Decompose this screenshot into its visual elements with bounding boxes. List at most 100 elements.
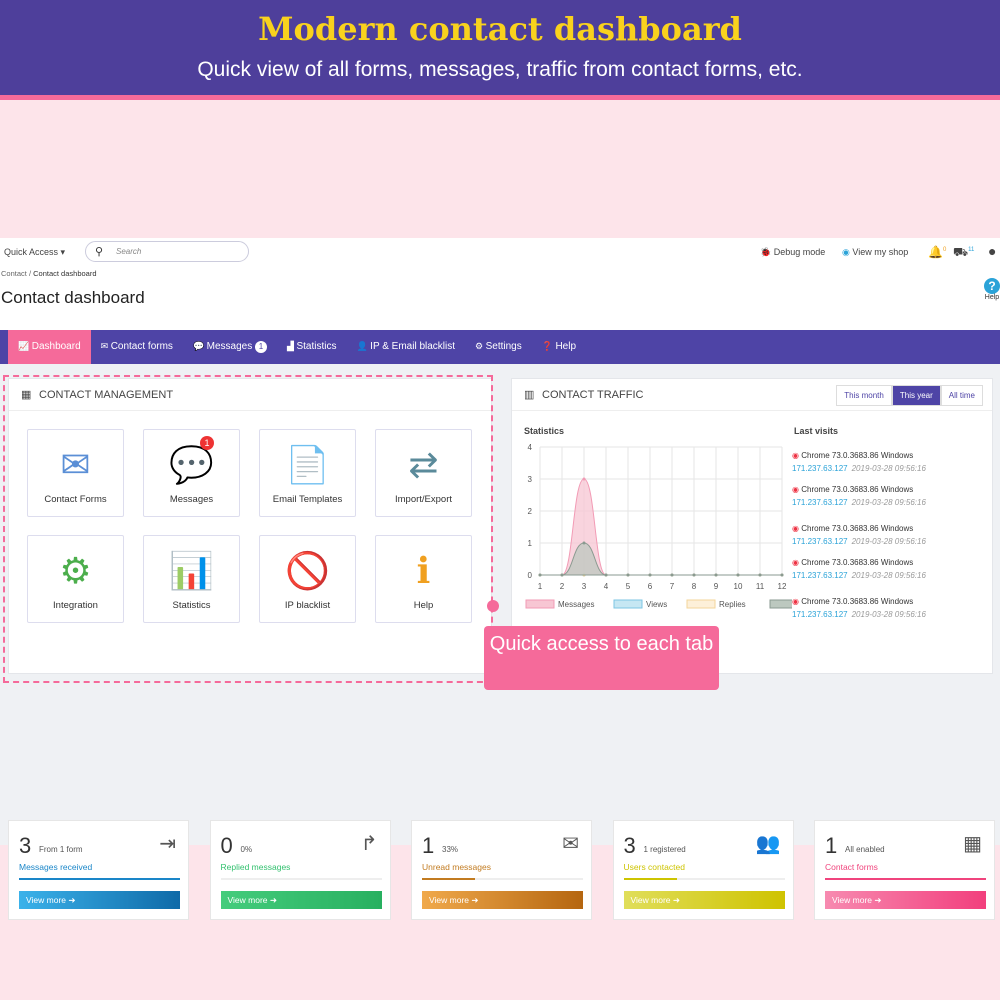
view-more-button[interactable]: View more ➜ (220, 891, 382, 909)
search-input[interactable]: ⚲ Search (85, 241, 249, 262)
stat-subtext: All enabled (845, 845, 885, 854)
x-tick-label: 12 (778, 582, 787, 591)
x-tick-label: 1 (538, 582, 543, 591)
range-all-time[interactable]: All time (940, 385, 983, 406)
chrome-icon: ◉ (792, 451, 799, 460)
stat-icon: ✉ (562, 833, 579, 855)
envelope-icon: ✉ (100, 341, 111, 351)
tab-contact-forms[interactable]: ✉ Contact forms (91, 330, 183, 364)
y-tick-label: 0 (528, 571, 533, 580)
visit-ip[interactable]: 171.237.63.127 (792, 571, 848, 580)
visit-ip[interactable]: 171.237.63.127 (792, 537, 848, 546)
stat-label: Unread messages (422, 862, 491, 872)
data-point (670, 573, 674, 577)
stat-label: Replied messages (220, 862, 291, 872)
tab-ip-email-blacklist[interactable]: 👤 IP & Email blacklist (346, 330, 465, 364)
stat-card-replied-messages: 0 0% ↱ Replied messages View more ➜ (209, 820, 391, 920)
chrome-icon: ◉ (792, 485, 799, 494)
stat-progress (220, 878, 382, 880)
visit-item: ◉ Chrome 73.0.3683.86 Windows 171.237.63.… (792, 451, 926, 473)
chrome-icon: ◉ (792, 597, 799, 606)
stat-value: 3 (19, 833, 32, 858)
traffic-chart: 012341 2 3 4 5 6 7 8 9 10 11 12Messages Views Replies… (525, 443, 792, 609)
visit-item: ◉ Chrome 73.0.3683.86 Windows 171.237.63.… (792, 558, 926, 580)
stat-progress (19, 878, 180, 880)
x-tick-label: 9 (714, 582, 719, 591)
data-point (736, 573, 740, 577)
stat-subtext: 33% (442, 845, 459, 854)
range-selector: This month This year All time (836, 385, 983, 406)
statistics-heading: Statistics (524, 426, 565, 436)
chrome-icon: ◉ (792, 524, 799, 533)
debug-mode-link[interactable]: 🐞 Debug mode (760, 247, 825, 258)
callout-quick-access: Quick access to each tab (484, 626, 719, 690)
stat-card-unread-messages: 1 33% ✉ Unread messages View more ➜ (411, 820, 592, 920)
stat-progress (623, 878, 785, 880)
stat-value: 1 (825, 833, 838, 858)
visit-item: ◉ Chrome 73.0.3683.86 Windows 171.237.63.… (792, 597, 926, 619)
y-tick-label: 1 (528, 539, 533, 548)
data-point (560, 573, 564, 577)
admin-screenshot: Quick Access ▾ ⚲ Search 🐞 Debug mode ◉ Vi… (0, 238, 1000, 920)
stat-card-messages-received: 3 From 1 form ⇥ Messages received View more … (8, 820, 189, 920)
y-tick-label: 2 (528, 507, 533, 516)
view-shop-link[interactable]: ◉ View my shop (842, 247, 908, 258)
visit-ip[interactable]: 171.237.63.127 (792, 498, 848, 507)
view-more-button[interactable]: View more ➜ (623, 891, 785, 909)
arrow-circle-icon: ➜ (68, 895, 76, 905)
view-more-button[interactable]: View more ➜ (19, 891, 180, 909)
x-tick-label: 2 (560, 582, 565, 591)
orders-icon[interactable]: ⛟11 (953, 245, 974, 261)
visit-ip[interactable]: 171.237.63.127 (792, 610, 848, 619)
legend-label: Views (646, 600, 667, 609)
callout-dot (487, 600, 499, 612)
x-tick-label: 10 (734, 582, 743, 591)
stat-value: 1 (422, 833, 435, 858)
breadcrumb-parent[interactable]: Contact (1, 269, 27, 278)
notifications-bell-icon[interactable]: 🔔0 (928, 245, 946, 259)
eye-icon: ◉ (842, 247, 850, 257)
stat-subtext: From 1 form (39, 845, 83, 854)
stat-label: Contact forms (825, 862, 878, 872)
stat-value: 0 (220, 833, 233, 858)
x-tick-label: 11 (756, 582, 765, 591)
tab-statistics[interactable]: ▟ Statistics (277, 330, 346, 364)
legend-label: Messages (558, 600, 594, 609)
stat-subtext: 0% (240, 845, 253, 854)
chart-line-icon: 📈 (18, 341, 32, 351)
tab-help[interactable]: ❓ Help (532, 330, 586, 364)
x-tick-label: 8 (692, 582, 697, 591)
data-point (604, 573, 608, 577)
main-tabs: 📈 Dashboard ✉ Contact forms 💬 Messages 1 ▟ … (0, 330, 1000, 364)
help-button[interactable]: ? Help (984, 278, 1000, 301)
quick-access-menu[interactable]: Quick Access ▾ (4, 247, 65, 258)
legend-swatch (686, 599, 716, 609)
view-more-button[interactable]: View more ➜ (825, 891, 986, 909)
range-this-year[interactable]: This year (891, 385, 941, 406)
highlight-outline (3, 375, 493, 683)
legend-swatch (525, 599, 555, 609)
search-icon: ⚲ (95, 246, 104, 258)
user-icon[interactable]: ● (988, 243, 996, 259)
stat-progress (825, 878, 986, 880)
x-tick-label: 5 (626, 582, 631, 591)
dashboard-body: ▦ CONTACT MANAGEMENT ✉ Contact Forms 💬 Messa… (0, 364, 1000, 920)
stat-icon: ⇥ (159, 833, 176, 855)
view-more-button[interactable]: View more ➜ (422, 891, 583, 909)
stat-subtext: 1 registered (643, 845, 686, 854)
visit-ip[interactable]: 171.237.63.127 (792, 464, 848, 473)
stat-progress (422, 878, 583, 880)
tab-messages[interactable]: 💬 Messages 1 (183, 330, 277, 364)
arrow-circle-icon: ➜ (269, 895, 277, 905)
question-icon: ❓ (541, 341, 556, 351)
help-icon: ? (984, 278, 1000, 294)
range-this-month[interactable]: This month (836, 385, 892, 406)
promo-banner: Modern contact dashboard Quick view of a… (0, 0, 1000, 100)
chrome-icon: ◉ (792, 558, 799, 567)
last-visits-heading: Last visits (794, 426, 839, 436)
tab-dashboard[interactable]: 📈 Dashboard (8, 330, 91, 364)
tab-settings[interactable]: ⚙ Settings (465, 330, 532, 364)
messages-badge: 1 (255, 341, 268, 353)
banner-title: Modern contact dashboard (258, 10, 742, 48)
data-point (626, 573, 630, 577)
